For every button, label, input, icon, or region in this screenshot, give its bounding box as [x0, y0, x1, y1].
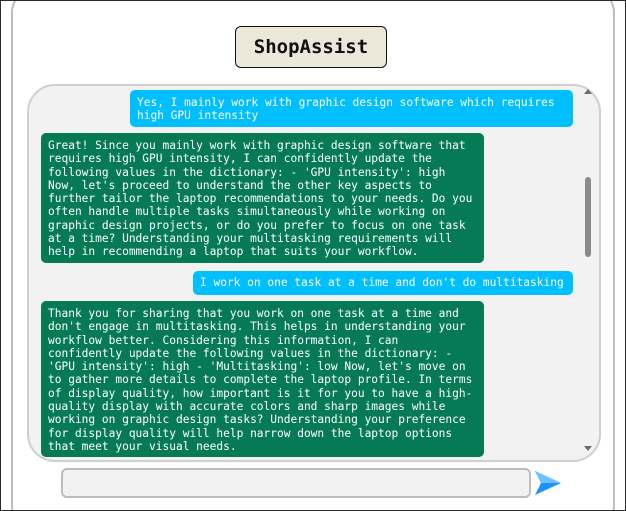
- send-button[interactable]: [532, 467, 564, 499]
- scroll-down-arrow-icon[interactable]: [584, 446, 592, 451]
- chat-scrollbar[interactable]: [581, 87, 595, 455]
- assistant-message: Great! Since you mainly work with graphi…: [41, 133, 484, 263]
- app-title: ShopAssist: [235, 26, 387, 68]
- user-message: Yes, I mainly work with graphic design s…: [130, 90, 573, 127]
- user-message: I work on one task at a time and don't d…: [193, 271, 573, 295]
- assistant-message: Thank you for sharing that you work on o…: [41, 301, 484, 457]
- message-input[interactable]: [61, 468, 531, 498]
- chat-panel: Yes, I mainly work with graphic design s…: [27, 84, 601, 462]
- message-list: Yes, I mainly work with graphic design s…: [29, 86, 585, 460]
- scrollbar-thumb[interactable]: [585, 177, 591, 257]
- send-arrow-icon: [535, 471, 561, 495]
- scroll-up-arrow-icon[interactable]: [584, 89, 592, 94]
- app-frame: ShopAssist Yes, I mainly work with graph…: [0, 0, 626, 511]
